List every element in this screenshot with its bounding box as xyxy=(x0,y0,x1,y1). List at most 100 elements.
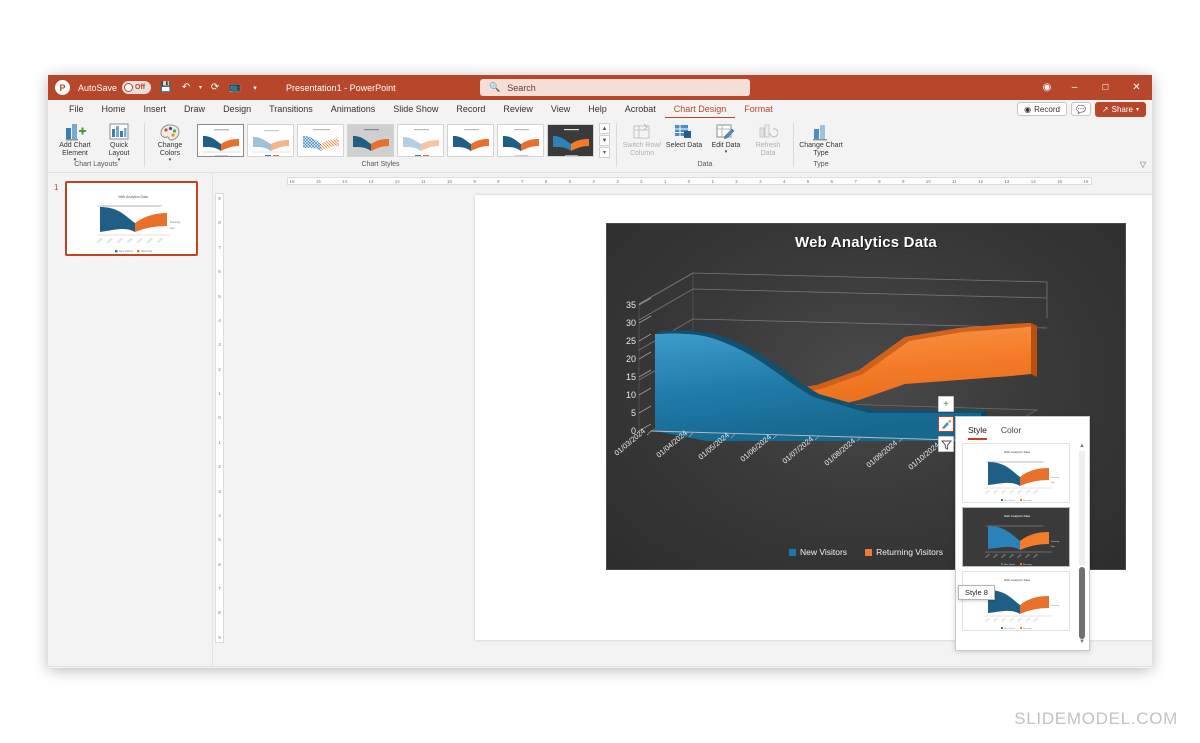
chart-styles-gallery[interactable]: ▲ ▼ ▾ xyxy=(195,120,612,161)
save-icon[interactable]: 💾 xyxy=(157,79,175,97)
hruler-tick: 13 xyxy=(368,178,374,184)
chart-style-thumb-5[interactable] xyxy=(397,124,444,157)
svg-text:Web Analytics Data: Web Analytics Data xyxy=(1004,450,1030,454)
scroll-thumb[interactable] xyxy=(1079,567,1085,639)
style-thumb-light-1[interactable]: Web Analytics Data 01/03 01/04 01/05 01/… xyxy=(962,443,1070,503)
chart-style-pane[interactable]: Style Color Web Analytics Data 01/03 01/… xyxy=(955,416,1090,651)
y-tick-25: 25 xyxy=(626,336,636,346)
redo-icon[interactable]: ⟳ xyxy=(206,79,224,97)
hruler-tick: 1 xyxy=(663,178,667,184)
search-input[interactable]: 🔍 Search xyxy=(480,79,750,96)
tab-slide-show[interactable]: Slide Show xyxy=(384,100,447,118)
add-chart-element-button[interactable]: Add Chart Element ▾ xyxy=(52,120,98,164)
gallery-scroll-buttons: ▲ ▼ ▾ xyxy=(599,123,610,158)
chart-style-thumb-2[interactable] xyxy=(247,124,294,157)
y-tick-15: 15 xyxy=(626,372,636,382)
tab-acrobat[interactable]: Acrobat xyxy=(616,100,665,118)
gallery-scroll-down-icon[interactable]: ▼ xyxy=(599,135,610,146)
chart-styles-button[interactable] xyxy=(938,416,954,432)
switch-row-column-icon xyxy=(632,122,652,142)
tab-view[interactable]: View xyxy=(542,100,579,118)
chart-style-thumb-1[interactable] xyxy=(197,124,244,157)
style-thumb-dark-selected[interactable]: Web Analytics Data 01/03 01/04 01/05 01/… xyxy=(962,507,1070,567)
comments-icon[interactable]: 💬 xyxy=(1070,102,1091,116)
close-button[interactable]: ✕ xyxy=(1121,75,1152,100)
tab-design[interactable]: Design xyxy=(214,100,260,118)
vertical-ruler-track: 9 8 7 6 5 4 3 2 1 0 1 2 3 4 5 6 7 8 9 xyxy=(215,193,224,643)
vruler-tick: 8 xyxy=(218,220,221,226)
tab-help[interactable]: Help xyxy=(579,100,616,118)
style-tooltip: Style 8 xyxy=(958,585,995,600)
vertical-ruler[interactable]: 9 8 7 6 5 4 3 2 1 0 1 2 3 4 5 6 7 8 9 xyxy=(213,173,226,666)
undo-dropdown-icon[interactable]: ▾ xyxy=(197,79,204,97)
chart-style-thumbnail-list[interactable]: Web Analytics Data 01/03 01/04 01/05 01/… xyxy=(962,443,1074,645)
horizontal-ruler[interactable]: 16 15 14 13 12 11 10 9 8 7 6 5 4 3 2 1 0 xyxy=(226,173,1152,189)
chart-elements-button[interactable]: + xyxy=(938,396,954,412)
minimize-button[interactable]: – xyxy=(1059,75,1090,100)
gallery-scroll-up-icon[interactable]: ▲ xyxy=(599,123,610,134)
style-pane-scrollbar[interactable]: ▲ ▼ xyxy=(1078,443,1086,645)
change-colors-icon xyxy=(160,122,180,142)
svg-text:Returning: Returning xyxy=(1023,627,1032,630)
x-label-6: 01/09/2024 xyxy=(865,439,900,470)
tab-animations[interactable]: Animations xyxy=(322,100,385,118)
chart-style-thumb-7[interactable] xyxy=(497,124,544,157)
undo-icon[interactable]: ↶ xyxy=(177,79,195,97)
scroll-down-icon[interactable]: ▼ xyxy=(1079,639,1085,645)
tab-chart-design[interactable]: Chart Design xyxy=(664,100,736,118)
hruler-tick: 7 xyxy=(854,178,857,184)
y-tick-20: 20 xyxy=(626,354,636,364)
change-colors-button[interactable]: Change Colors ▾ xyxy=(149,120,191,164)
tab-home[interactable]: Home xyxy=(93,100,135,118)
record-button[interactable]: ◉ Record xyxy=(1017,102,1067,116)
chart-style-thumb-4[interactable] xyxy=(347,124,394,157)
autosave-toggle[interactable]: Off xyxy=(122,81,152,94)
chart-filters-button[interactable] xyxy=(938,436,954,452)
hruler-tick: 8 xyxy=(497,178,500,184)
legend-item-new-visitors: New Visitors xyxy=(788,547,847,557)
slide-thumbnail-1[interactable]: Web Analytics Data 01/03 01/04 01/05 01/… xyxy=(65,181,198,256)
y-tick-30: 30 xyxy=(626,318,636,328)
chart-style-thumb-6[interactable] xyxy=(447,124,494,157)
chart-style-thumb-8[interactable] xyxy=(547,124,594,157)
tab-style[interactable]: Style xyxy=(968,425,987,440)
vruler-tick: 5 xyxy=(218,293,221,299)
tab-draw[interactable]: Draw xyxy=(175,100,214,118)
powerpoint-window: P AutoSave Off 💾 ↶ ▾ ⟳ 📺 ▾ Presentation1… xyxy=(48,75,1152,668)
hruler-tick: 15 xyxy=(1057,178,1063,184)
hruler-tick: 11 xyxy=(952,178,957,184)
gallery-more-icon[interactable]: ▾ xyxy=(599,147,610,158)
document-title: Presentation1 - PowerPoint xyxy=(286,82,396,93)
scroll-track[interactable] xyxy=(1079,451,1085,565)
x-label-7: 01/10/2024 xyxy=(907,441,942,472)
share-arrow-icon: ↗ xyxy=(1101,104,1109,114)
chart-style-thumb-3[interactable] xyxy=(297,124,344,157)
tab-color[interactable]: Color xyxy=(1001,425,1021,440)
restore-button[interactable]: ☐ xyxy=(1090,75,1121,100)
share-button[interactable]: ↗ Share ▾ xyxy=(1094,101,1146,117)
quick-layout-button[interactable]: Quick Layout ▾ xyxy=(98,120,140,164)
group-label-type: Type xyxy=(813,161,829,168)
edit-data-button[interactable]: Edit Data ▾ xyxy=(705,120,747,156)
select-data-button[interactable]: Select Data xyxy=(663,120,705,150)
collapse-ribbon-icon[interactable]: ▽ xyxy=(1140,160,1146,169)
tab-insert[interactable]: Insert xyxy=(135,100,176,118)
vruler-tick: 8 xyxy=(218,610,221,616)
legend-swatch-new-visitors xyxy=(788,548,796,556)
tab-transitions[interactable]: Transitions xyxy=(260,100,322,118)
chevron-down-icon: ▾ xyxy=(724,149,728,156)
style-thumb-light-2[interactable]: Web Analytics Data 01/03 01/04 01/05 01/… xyxy=(962,571,1070,631)
tab-record[interactable]: Record xyxy=(447,100,494,118)
tab-file[interactable]: File xyxy=(60,100,93,118)
present-icon[interactable]: 📺 xyxy=(226,79,244,97)
account-icon[interactable]: ◉ xyxy=(1035,75,1059,100)
tab-review[interactable]: Review xyxy=(494,100,542,118)
vruler-tick: 6 xyxy=(218,269,221,275)
tab-format[interactable]: Format xyxy=(735,100,782,118)
scroll-up-icon[interactable]: ▲ xyxy=(1079,443,1085,449)
change-chart-type-button[interactable]: Change Chart Type xyxy=(798,120,844,158)
hruler-tick: 4 xyxy=(782,178,786,184)
vruler-tick: 2 xyxy=(218,366,221,372)
vruler-tick: 1 xyxy=(218,439,221,445)
customize-quick-access-icon[interactable]: ▾ xyxy=(246,79,264,97)
